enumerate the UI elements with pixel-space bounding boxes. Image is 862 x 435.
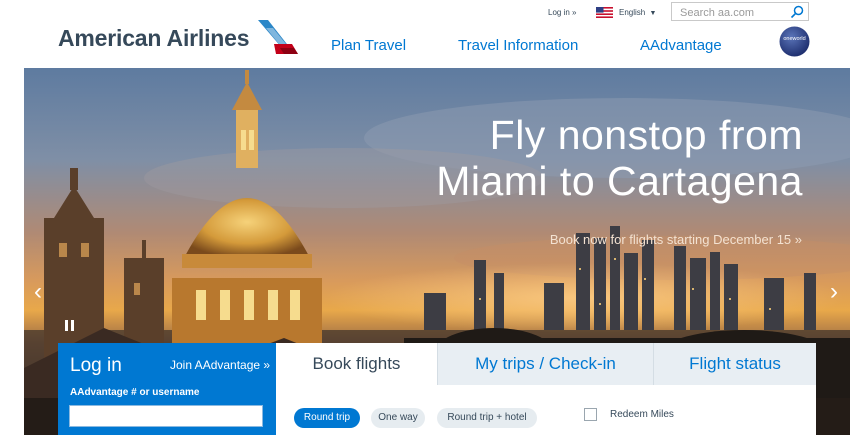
search-box[interactable] (671, 2, 809, 22)
round-trip-button[interactable]: Round trip (294, 408, 360, 428)
nav-travel-information[interactable]: Travel Information (458, 37, 578, 54)
chevron-down-icon: ▼ (649, 10, 657, 17)
username-input[interactable] (69, 405, 263, 427)
hero-headline-line1: Fly nonstop from (489, 112, 803, 158)
carousel-prev-arrow-icon[interactable]: ‹ (34, 278, 42, 306)
nav-aadvantage[interactable]: AAdvantage (640, 37, 722, 54)
language-select[interactable]: English ▼ (619, 8, 656, 17)
us-flag-icon (596, 7, 613, 18)
svg-text:oneworld: oneworld (783, 36, 805, 42)
username-label: AAdvantage # or username (70, 387, 200, 398)
oneworld-icon[interactable]: oneworld (779, 26, 810, 57)
login-title: Log in (70, 355, 122, 376)
login-link[interactable]: Log in » (548, 8, 576, 17)
hero-cta-link[interactable]: Book now for flights starting December 1… (550, 232, 802, 247)
tab-flight-status[interactable]: Flight status (653, 343, 816, 385)
search-input[interactable] (678, 4, 792, 22)
hero-headline-line2: Miami to Cartagena (436, 158, 803, 204)
tab-book-flights[interactable]: Book flights (276, 343, 437, 385)
one-way-button[interactable]: One way (371, 408, 425, 428)
redeem-miles-label[interactable]: Redeem Miles (610, 409, 674, 420)
search-icon[interactable] (790, 5, 804, 19)
join-aadvantage-link[interactable]: Join AAdvantage » (170, 358, 270, 372)
redeem-miles-checkbox[interactable] (584, 408, 597, 421)
carousel-next-arrow-icon[interactable]: › (830, 278, 838, 306)
round-trip-hotel-button[interactable]: Round trip + hotel (437, 408, 537, 428)
tab-my-trips-check-in[interactable]: My trips / Check-in (437, 343, 653, 385)
logo-wordmark[interactable]: American Airlines (58, 25, 250, 52)
language-label: English (619, 8, 646, 17)
site-header: American Airlines Plan Travel Travel Inf… (0, 0, 862, 68)
hero-headline[interactable]: Fly nonstop from Miami to Cartagena (436, 112, 803, 204)
login-panel: Log in Join AAdvantage » AAdvantage # or… (58, 343, 276, 435)
nav-plan-travel[interactable]: Plan Travel (331, 37, 406, 54)
american-airlines-logo-icon[interactable] (256, 18, 300, 56)
pause-icon[interactable] (65, 320, 75, 331)
